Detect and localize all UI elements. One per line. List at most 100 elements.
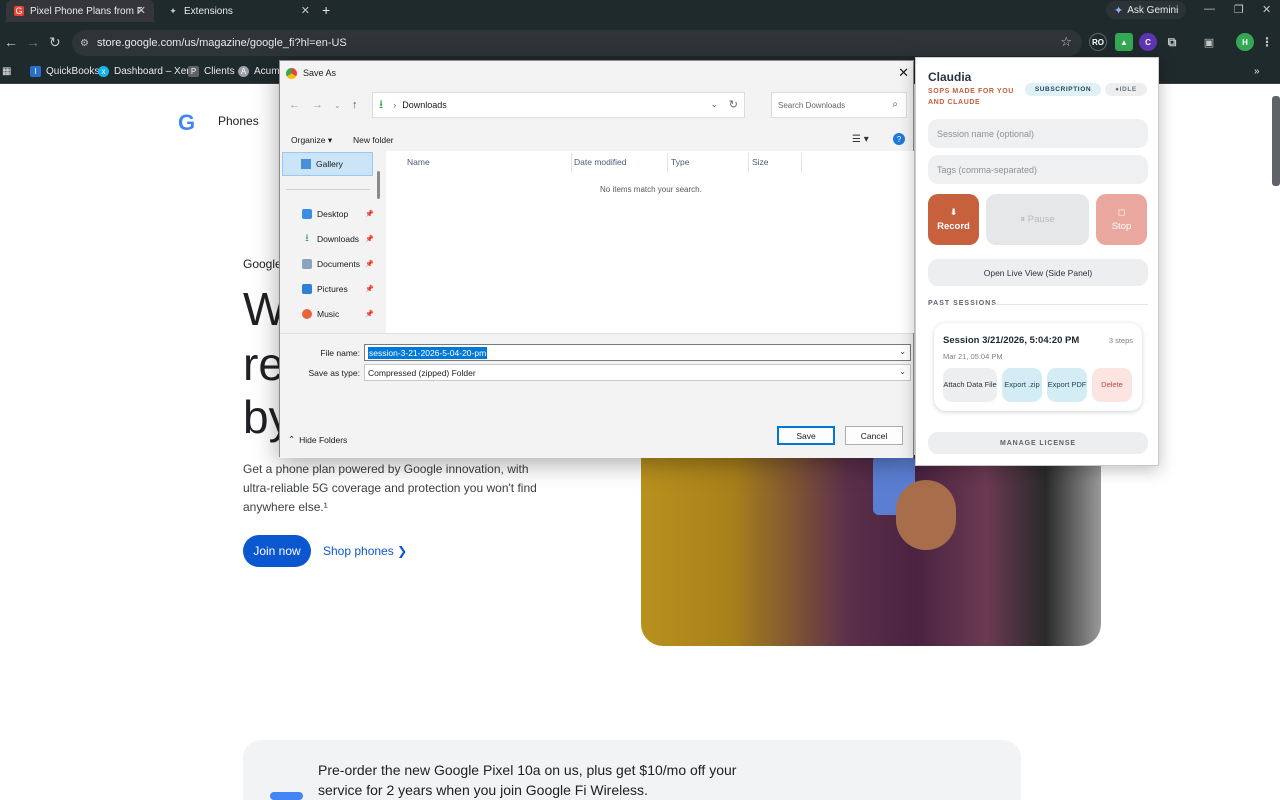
up-folder-icon[interactable]: ↑ bbox=[352, 99, 358, 111]
browser-toolbar: ← → ↻ ⚙ store.google.com/us/magazine/goo… bbox=[0, 22, 1280, 62]
new-tab-button[interactable]: + bbox=[322, 2, 330, 18]
extensions-puzzle-icon[interactable]: ⧉ bbox=[1163, 33, 1181, 51]
cancel-button[interactable]: Cancel bbox=[845, 426, 903, 445]
column-name[interactable]: Name bbox=[407, 157, 430, 167]
export-pdf-button[interactable]: Export PDF bbox=[1047, 368, 1087, 402]
forward-icon[interactable]: → bbox=[26, 34, 40, 50]
nav-item-desktop[interactable]: Desktop 📌 bbox=[302, 209, 374, 219]
downloads-icon: ⭳ bbox=[305, 232, 309, 244]
more-bookmarks-icon[interactable]: » bbox=[1254, 66, 1260, 77]
past-sessions-heading: PAST SESSIONS bbox=[928, 300, 997, 307]
nav-item-downloads[interactable]: ⭳ Downloads 📌 bbox=[302, 232, 374, 245]
nav-item-pictures[interactable]: Pictures 📌 bbox=[302, 284, 374, 294]
dialog-search-input[interactable]: Search Downloads ⌕ bbox=[771, 92, 907, 118]
side-panel-icon[interactable]: ▣ bbox=[1200, 33, 1218, 51]
bookmark-xero[interactable]: x Dashboard – Xero bbox=[98, 66, 195, 77]
back-icon[interactable]: ← bbox=[4, 34, 18, 50]
save-button[interactable]: Save bbox=[777, 426, 835, 445]
search-placeholder: Search Downloads bbox=[778, 100, 846, 110]
help-icon[interactable]: ? bbox=[893, 133, 905, 145]
dialog-titlebar[interactable]: Save As bbox=[280, 61, 913, 85]
bookmark-quickbooks[interactable]: I QuickBooks bbox=[30, 66, 99, 77]
column-divider[interactable] bbox=[748, 153, 749, 173]
ask-gemini-label: Ask Gemini bbox=[1127, 4, 1179, 16]
breadcrumb-downloads[interactable]: Downloads bbox=[402, 100, 447, 110]
stop-button[interactable]: ◻ Stop bbox=[1096, 194, 1147, 245]
menu-dots-icon[interactable]: ⋮ bbox=[1258, 33, 1276, 51]
stop-icon: ◻ bbox=[1117, 207, 1126, 217]
tab-google-fi[interactable]: G Pixel Phone Plans from Fi - Goo ✕ bbox=[6, 0, 154, 22]
bookmark-star-icon[interactable]: ☆ bbox=[1060, 34, 1072, 50]
nav-item-documents[interactable]: Documents 📌 bbox=[302, 259, 374, 269]
save-type-select[interactable]: Compressed (zipped) Folder ⌄ bbox=[364, 364, 911, 381]
profile-avatar[interactable]: H bbox=[1236, 33, 1254, 51]
tab-extensions[interactable]: ✦ Extensions ✕ bbox=[160, 0, 318, 22]
nav-pane-scrollbar[interactable] bbox=[377, 171, 380, 199]
view-options-icon[interactable]: ☰ ▾ bbox=[852, 134, 869, 145]
open-live-view-button[interactable]: Open Live View (Side Panel) bbox=[928, 259, 1148, 286]
maximize-icon[interactable]: ❐ bbox=[1234, 3, 1244, 16]
extension-claudia[interactable]: C bbox=[1139, 33, 1157, 51]
google-logo[interactable]: G bbox=[178, 110, 195, 136]
nav-item-music[interactable]: Music 📌 bbox=[302, 309, 374, 319]
session-name-input[interactable]: Session name (optional) bbox=[928, 119, 1148, 148]
pin-icon: 📌 bbox=[365, 261, 374, 268]
site-info-icon[interactable]: ⚙ bbox=[80, 38, 89, 49]
join-now-button[interactable]: Join now bbox=[243, 535, 311, 567]
pin-icon: 📌 bbox=[365, 236, 374, 243]
bookmark-clients[interactable]: P Clients bbox=[188, 66, 235, 77]
export-zip-button[interactable]: Export .zip bbox=[1002, 368, 1042, 402]
clients-icon: P bbox=[188, 66, 199, 77]
shop-phones-link[interactable]: Shop phones ❯ bbox=[323, 544, 407, 558]
delete-session-button[interactable]: Delete bbox=[1092, 368, 1132, 402]
close-window-icon[interactable]: ✕ bbox=[1262, 3, 1271, 16]
column-divider[interactable] bbox=[571, 153, 572, 173]
pause-text: Pause bbox=[1027, 214, 1055, 225]
extension-ro[interactable]: RO bbox=[1089, 33, 1107, 51]
session-steps: 3 steps bbox=[1108, 336, 1133, 345]
dialog-footer: File name: session-3-21-2026-5-04-20-pm … bbox=[280, 333, 913, 458]
apps-grid-icon[interactable]: ▦ bbox=[2, 66, 11, 77]
past-sessions-divider bbox=[994, 304, 1148, 305]
pause-button[interactable]: ⏸ Pause bbox=[986, 194, 1089, 245]
reload-icon[interactable]: ↻ bbox=[49, 34, 61, 51]
nav-item-gallery[interactable]: Gallery bbox=[282, 152, 373, 176]
minimize-icon[interactable]: — bbox=[1204, 3, 1215, 15]
ask-gemini-button[interactable]: ✦ Ask Gemini bbox=[1106, 1, 1187, 19]
column-divider[interactable] bbox=[667, 153, 668, 173]
recent-locations-icon[interactable]: ⌄ bbox=[334, 101, 341, 110]
pin-icon: 📌 bbox=[365, 311, 374, 318]
manage-license-button[interactable]: MANAGE LICENSE bbox=[928, 432, 1148, 454]
attach-data-file-button[interactable]: Attach Data File bbox=[943, 368, 997, 402]
hide-folders-toggle[interactable]: ⌃ Hide Folders bbox=[288, 434, 347, 445]
tab-label: Extensions bbox=[184, 5, 233, 17]
column-size[interactable]: Size bbox=[752, 157, 769, 167]
dialog-forward-icon[interactable]: → bbox=[312, 99, 323, 111]
page-scrollbar[interactable] bbox=[1272, 96, 1280, 186]
extension-green-icon[interactable]: ▲ bbox=[1115, 33, 1133, 51]
column-date-modified[interactable]: Date modified bbox=[574, 157, 626, 167]
record-button[interactable]: ⬇ Record bbox=[928, 194, 979, 245]
status-label: IDLE bbox=[1119, 86, 1137, 93]
documents-icon bbox=[302, 259, 312, 269]
column-type[interactable]: Type bbox=[671, 157, 689, 167]
close-tab-icon[interactable]: ✕ bbox=[301, 4, 310, 17]
address-dropdown-icon[interactable]: ⌄ bbox=[710, 99, 718, 110]
address-bar[interactable]: ⚙ store.google.com/us/magazine/google_fi… bbox=[72, 30, 1082, 56]
nav-phones-link[interactable]: Phones bbox=[218, 114, 259, 128]
file-name-input[interactable]: session-3-21-2026-5-04-20-pm ⌄ bbox=[364, 344, 911, 361]
organize-menu[interactable]: Organize ▾ bbox=[291, 135, 332, 146]
new-folder-button[interactable]: New folder bbox=[353, 135, 394, 145]
promo-banner: Pre-order the new Google Pixel 10a on us… bbox=[243, 740, 1021, 800]
dialog-address-bar[interactable]: ⭳ › Downloads ⌄ ↻ bbox=[372, 92, 745, 118]
dialog-back-icon[interactable]: ← bbox=[289, 99, 300, 111]
column-divider[interactable] bbox=[801, 153, 802, 173]
refresh-icon[interactable]: ↻ bbox=[729, 98, 738, 111]
dialog-close-icon[interactable]: ✕ bbox=[898, 65, 909, 81]
save-type-dropdown-icon[interactable]: ⌄ bbox=[899, 367, 906, 376]
promo-text: Pre-order the new Google Pixel 10a on us… bbox=[318, 762, 737, 798]
google-store-favicon-icon: G bbox=[14, 6, 24, 16]
close-tab-icon[interactable]: ✕ bbox=[137, 4, 146, 17]
file-name-dropdown-icon[interactable]: ⌄ bbox=[899, 347, 906, 356]
tags-input[interactable]: Tags (comma-separated) bbox=[928, 155, 1148, 184]
